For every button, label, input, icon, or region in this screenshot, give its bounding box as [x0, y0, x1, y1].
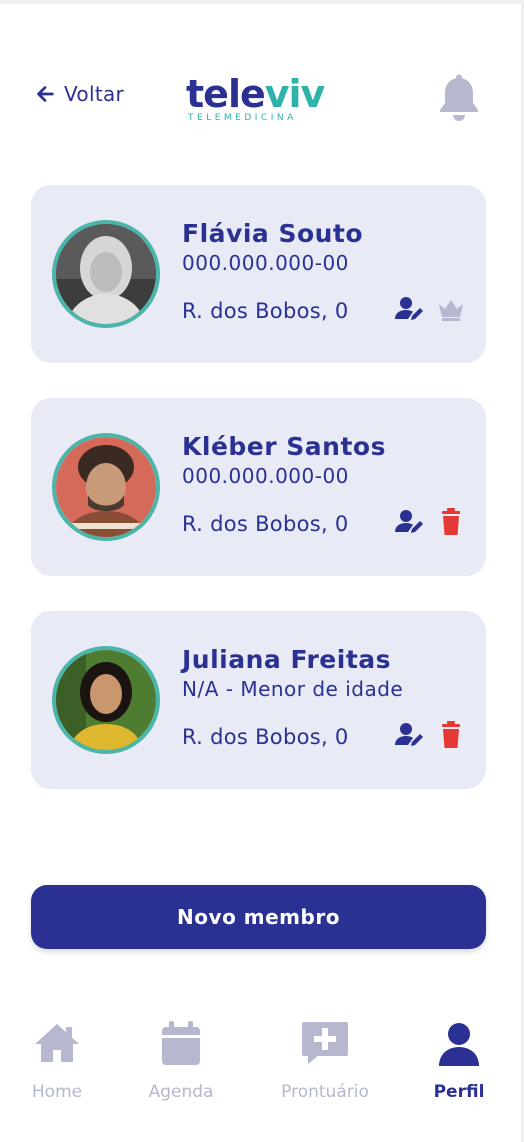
- avatar-photo: [56, 224, 156, 324]
- member-card[interactable]: Kléber Santos 000.000.000-00 R. dos Bobo…: [31, 398, 486, 576]
- member-document: N/A - Menor de idade: [182, 677, 404, 701]
- edit-user-icon: [395, 723, 423, 746]
- trash-icon: [442, 721, 460, 748]
- back-label: Voltar: [64, 82, 125, 106]
- nav-label: Prontuário: [281, 1082, 369, 1102]
- owner-badge: [436, 295, 466, 323]
- avatar: [52, 646, 160, 754]
- nav-item-agenda[interactable]: Agenda: [121, 1010, 241, 1110]
- new-member-button[interactable]: Novo membro: [31, 885, 486, 949]
- member-document: 000.000.000-00: [182, 464, 349, 488]
- member-card[interactable]: Flávia Souto 000.000.000-00 R. dos Bobos…: [31, 185, 486, 363]
- trash-icon: [442, 508, 460, 535]
- user-icon: [439, 1023, 479, 1066]
- crown-icon: [439, 300, 463, 321]
- arrow-left-icon: [37, 86, 54, 102]
- member-name: Juliana Freitas: [182, 645, 392, 674]
- member-card[interactable]: Juliana Freitas N/A - Menor de idade R. …: [31, 611, 486, 789]
- avatar: [52, 433, 160, 541]
- nav-label: Home: [31, 1082, 83, 1102]
- home-icon: [35, 1024, 79, 1062]
- edit-user-icon: [395, 297, 423, 320]
- member-document: 000.000.000-00: [182, 251, 349, 275]
- member-name: Kléber Santos: [182, 432, 386, 461]
- back-button[interactable]: Voltar: [34, 82, 124, 106]
- delete-member-button[interactable]: [436, 508, 466, 536]
- edit-member-button[interactable]: [395, 721, 425, 749]
- edit-user-icon: [395, 510, 423, 533]
- nav-item-home[interactable]: Home: [0, 1010, 117, 1110]
- nav-label: Perfil: [433, 1082, 485, 1102]
- nav-label: Agenda: [148, 1082, 214, 1102]
- bottom-nav: Home Agenda Prontuário Perfil: [0, 1010, 524, 1120]
- app-header: Voltar televiv TELEMEDICINA: [0, 70, 524, 130]
- nav-item-prontuario[interactable]: Prontuário: [265, 1010, 385, 1110]
- avatar-photo: [56, 437, 156, 537]
- member-address: R. dos Bobos, 0: [182, 512, 349, 536]
- medical-chat-icon: [302, 1022, 348, 1064]
- bell-icon[interactable]: [437, 74, 481, 122]
- avatar-photo: [56, 650, 156, 750]
- member-address: R. dos Bobos, 0: [182, 725, 349, 749]
- member-address: R. dos Bobos, 0: [182, 299, 349, 323]
- calendar-icon: [162, 1021, 200, 1065]
- delete-member-button[interactable]: [436, 721, 466, 749]
- edit-member-button[interactable]: [395, 295, 425, 323]
- televiv-logo: televiv TELEMEDICINA: [186, 72, 325, 123]
- avatar: [52, 220, 160, 328]
- member-name: Flávia Souto: [182, 219, 364, 248]
- nav-item-perfil[interactable]: Perfil: [399, 1010, 519, 1110]
- status-bar-strip: [0, 0, 524, 4]
- edit-member-button[interactable]: [395, 508, 425, 536]
